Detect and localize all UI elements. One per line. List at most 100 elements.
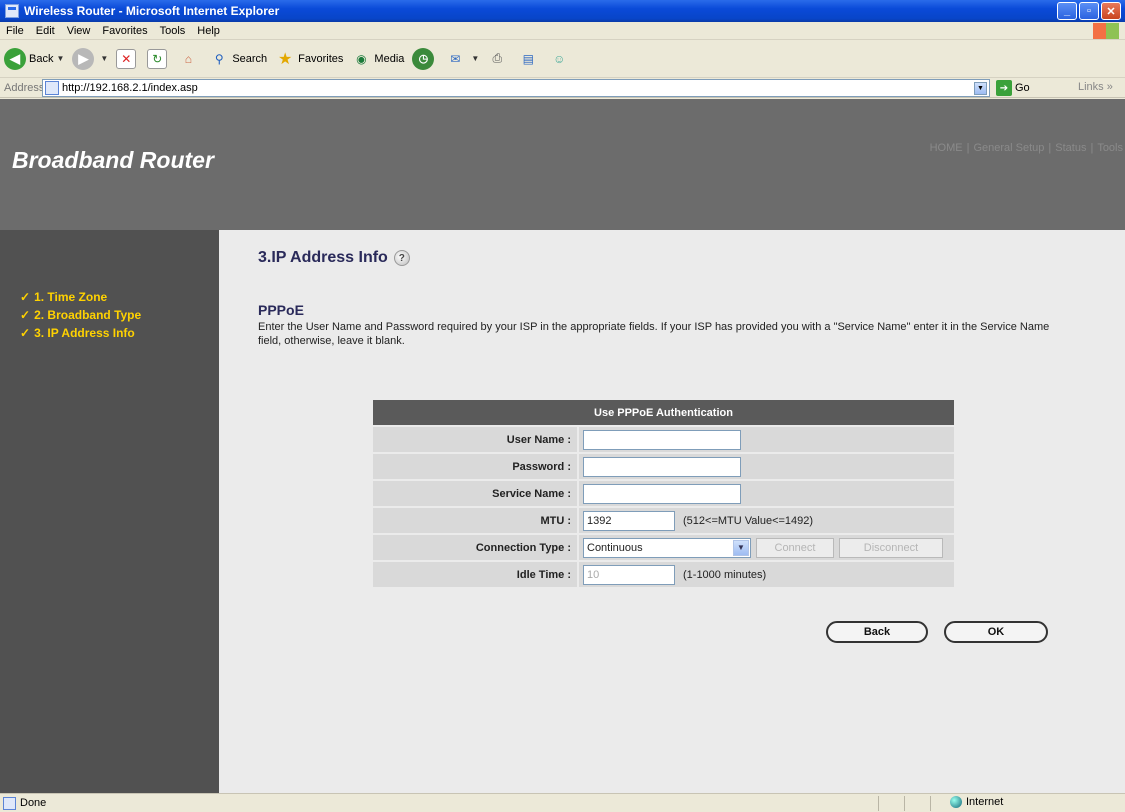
links-toolbar[interactable]: Links » (1078, 81, 1113, 93)
back-button[interactable]: ◀ Back ▼ (4, 47, 65, 70)
refresh-icon: ↻ (147, 48, 168, 69)
messenger-button[interactable]: ☺ (549, 49, 572, 69)
menu-favorites[interactable]: Favorites (96, 25, 153, 37)
nav-status[interactable]: Status (1053, 142, 1088, 154)
status-divider (878, 796, 879, 811)
mtu-input[interactable] (583, 510, 675, 531)
form-row-password: Password : (373, 454, 954, 479)
status-text: Done (20, 797, 47, 809)
edit-icon: ▤ (522, 51, 534, 66)
menu-help[interactable]: Help (191, 25, 226, 37)
print-icon: ⎙ (492, 51, 503, 65)
forward-button[interactable]: ▶ ▼ (72, 47, 108, 70)
nav-home[interactable]: HOME (928, 142, 965, 154)
favorites-button[interactable]: ★ Favorites (275, 49, 343, 69)
main-content: 3.IP Address Info ? PPPoE Enter the User… (219, 230, 1125, 793)
status-divider (930, 796, 931, 811)
page-icon (3, 796, 16, 810)
sidebar-item-label: 1. Time Zone (34, 290, 108, 304)
back-form-button[interactable]: Back (826, 621, 928, 643)
nav-general-setup[interactable]: General Setup (971, 142, 1046, 154)
form-header: Use PPPoE Authentication (373, 400, 954, 425)
media-icon: ◉ (356, 51, 367, 66)
maximize-button[interactable]: ▫ (1079, 2, 1099, 20)
service-name-input[interactable] (583, 483, 741, 504)
print-button[interactable]: ⎙ (487, 49, 510, 69)
status-done: Done (0, 796, 47, 810)
history-button[interactable]: ◷ (412, 47, 437, 70)
menu-edit[interactable]: Edit (30, 25, 61, 37)
password-label: Password : (373, 454, 577, 479)
back-arrow-icon: ◀ (4, 47, 26, 70)
chevron-down-icon: ▼ (733, 539, 749, 556)
router-header: Broadband Router HOME | General Setup | St… (0, 99, 1125, 230)
sidebar-item-broadband-type[interactable]: ✓ 2. Broadband Type (20, 308, 141, 322)
check-icon: ✓ (20, 308, 31, 322)
search-label: Search (232, 52, 268, 65)
home-icon: ⌂ (184, 51, 192, 66)
help-icon[interactable]: ? (393, 250, 410, 266)
sidebar-item-label: 2. Broadband Type (34, 308, 142, 322)
disconnect-button[interactable]: Disconnect (839, 537, 943, 558)
user-name-label: User Name : (373, 427, 577, 452)
ok-button[interactable]: OK (944, 621, 1048, 643)
go-arrow-icon: ➔ (996, 80, 1012, 96)
globe-icon (950, 796, 962, 808)
address-bar: Address http://192.168.2.1/index.asp ▼ ➔… (0, 78, 1125, 98)
menu-view[interactable]: View (61, 25, 97, 37)
connect-button[interactable]: Connect (756, 537, 834, 558)
media-label: Media (374, 52, 405, 65)
media-button[interactable]: ◉ Media (351, 49, 404, 69)
sidebar-item-time-zone[interactable]: ✓ 1. Time Zone (20, 290, 107, 304)
page-title-text: 3.IP Address Info (258, 249, 388, 266)
form-row-mtu: MTU : (512<=MTU Value<=1492) (373, 508, 954, 533)
pppoe-form: Use PPPoE Authentication User Name : Pas… (373, 400, 954, 587)
sidebar-item-ip-address-info[interactable]: ✓ 3. IP Address Info (20, 326, 135, 340)
nav-tools[interactable]: Tools (1095, 142, 1125, 154)
connection-type-value: Continuous (587, 541, 643, 554)
menu-file[interactable]: File (0, 25, 30, 37)
zone-label: Internet (966, 796, 1004, 808)
browser-toolbar: ◀ Back ▼ ▶ ▼ ✕ ↻ ⌂ ⚲ Search ★ Favorites … (0, 40, 1125, 78)
star-icon: ★ (278, 50, 293, 68)
search-icon: ⚲ (214, 51, 224, 66)
forward-arrow-icon: ▶ (72, 47, 95, 70)
go-label: Go (1015, 82, 1030, 94)
setup-sidebar: ✓ 1. Time Zone ✓ 2. Broadband Type ✓ 3. … (0, 230, 219, 793)
brand-title: Broadband Router (12, 147, 214, 173)
user-name-input[interactable] (583, 429, 741, 450)
home-button[interactable]: ⌂ (178, 49, 201, 69)
idle-time-hint: (1-1000 minutes) (683, 568, 767, 581)
check-icon: ✓ (20, 326, 31, 340)
favorites-label: Favorites (298, 52, 344, 65)
password-input[interactable] (583, 456, 741, 477)
page-icon (45, 81, 59, 95)
menu-tools[interactable]: Tools (154, 25, 192, 37)
status-divider (904, 796, 905, 811)
check-icon: ✓ (20, 290, 31, 304)
sidebar-item-label: 3. IP Address Info (34, 326, 135, 340)
window-titlebar: Wireless Router - Microsoft Internet Exp… (0, 0, 1125, 22)
stop-icon: ✕ (116, 48, 137, 69)
address-url: http://192.168.2.1/index.asp (62, 82, 198, 94)
refresh-button[interactable]: ↻ (147, 48, 170, 69)
connection-type-select[interactable]: Continuous ▼ (583, 537, 751, 558)
chevron-down-icon: ▼ (56, 54, 65, 63)
mtu-label: MTU : (373, 508, 577, 533)
form-row-service-name: Service Name : (373, 481, 954, 506)
menu-bar: File Edit View Favorites Tools Help (0, 22, 1125, 40)
section-subtitle: PPPoE (258, 302, 304, 318)
mail-button[interactable]: ✉ ▼ (445, 49, 479, 69)
back-label: Back (29, 52, 54, 65)
minimize-button[interactable]: _ (1057, 2, 1077, 20)
edit-button[interactable]: ▤ (518, 49, 541, 69)
page-title: 3.IP Address Info ? (258, 249, 410, 267)
close-button[interactable]: ✕ (1101, 2, 1121, 20)
go-button[interactable]: ➔ Go (996, 80, 1030, 96)
idle-time-input[interactable] (583, 564, 675, 585)
stop-button[interactable]: ✕ (116, 48, 139, 69)
address-input[interactable]: http://192.168.2.1/index.asp ▼ (42, 79, 990, 97)
top-nav: HOME | General Setup | Status | Tools (928, 142, 1125, 154)
search-button[interactable]: ⚲ Search (209, 49, 267, 69)
chevron-down-icon[interactable]: ▼ (974, 82, 987, 95)
